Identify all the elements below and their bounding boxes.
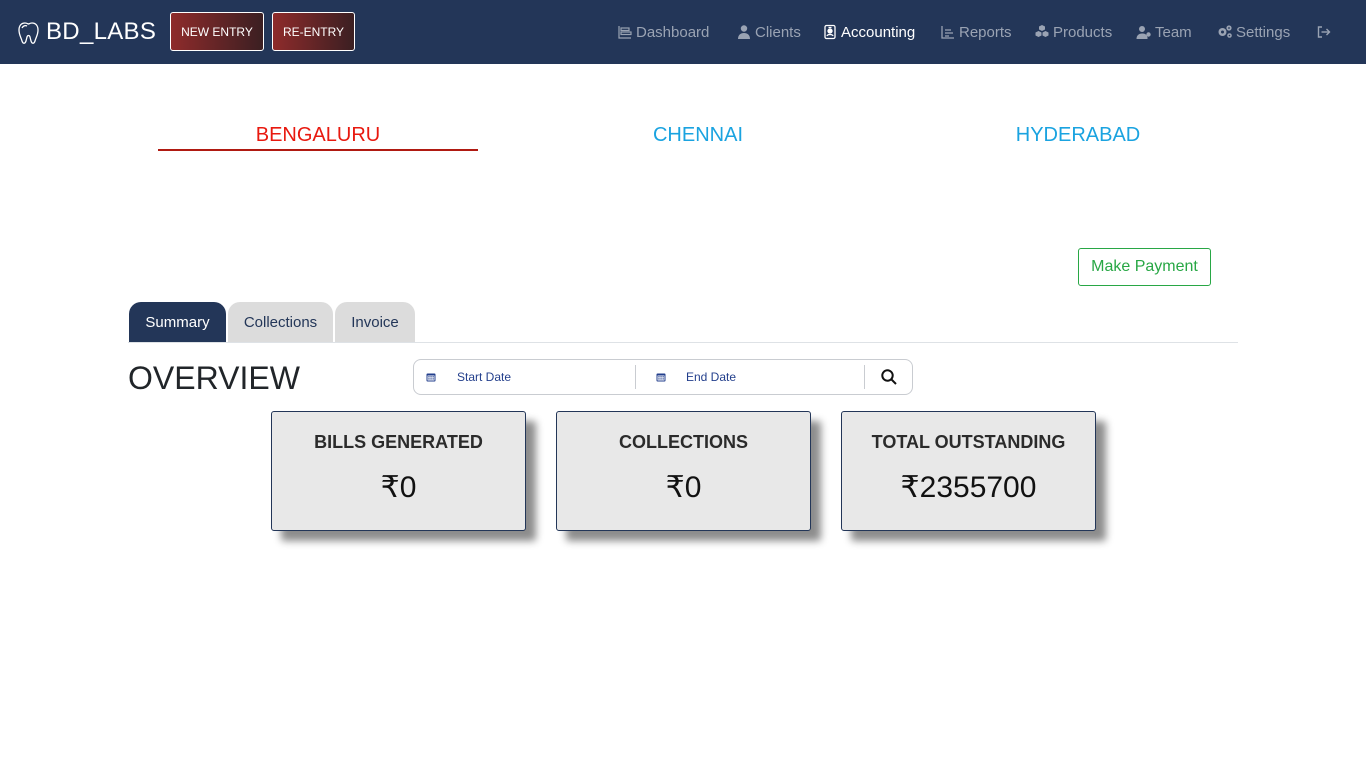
city-tab-bengaluru[interactable]: BENGALURU: [158, 124, 478, 147]
id-badge-icon: [824, 24, 836, 40]
date-search-button[interactable]: [864, 365, 912, 389]
nav-settings-label: Settings: [1236, 23, 1291, 41]
start-date-input[interactable]: Start Date: [414, 360, 635, 394]
nav-accounting[interactable]: Accounting: [822, 22, 915, 42]
calendar-icon: [426, 373, 436, 382]
make-payment-button[interactable]: Make Payment: [1078, 248, 1211, 286]
nav-reports[interactable]: Reports: [940, 22, 1012, 42]
brand-name: BD_LABS: [46, 18, 157, 45]
re-entry-button[interactable]: RE-ENTRY: [272, 12, 355, 51]
total-outstanding-card: TOTAL OUTSTANDING ₹2355700: [841, 411, 1096, 531]
logout-button[interactable]: [1316, 22, 1335, 42]
nav-dashboard[interactable]: Dashboard: [617, 22, 709, 42]
card-title: COLLECTIONS: [619, 432, 748, 452]
user-icon: [738, 25, 750, 39]
brand[interactable]: BD_LABS: [16, 16, 156, 48]
logout-icon: [1317, 26, 1331, 38]
active-city-underline: [158, 149, 478, 151]
start-date-placeholder: Start Date: [457, 370, 512, 384]
cubes-icon: [1035, 25, 1049, 37]
calendar-icon: [656, 373, 666, 382]
card-title: BILLS GENERATED: [314, 432, 483, 452]
date-range-filter: Start Date End Date: [413, 359, 913, 395]
city-tab-hyderabad[interactable]: HYDERABAD: [918, 124, 1238, 147]
card-title: TOTAL OUTSTANDING: [871, 432, 1066, 452]
dashboard-icon: [618, 26, 632, 39]
end-date-placeholder: End Date: [686, 370, 737, 384]
city-tab-chennai[interactable]: CHENNAI: [538, 124, 858, 147]
nav-team-label: Team: [1155, 23, 1192, 41]
overview-title: OVERVIEW: [128, 360, 300, 396]
tab-summary[interactable]: Summary: [129, 302, 226, 342]
tooth-icon: [18, 22, 39, 44]
nav-products-label: Products: [1053, 23, 1113, 41]
new-entry-button[interactable]: NEW ENTRY: [170, 12, 264, 51]
collections-card: COLLECTIONS ₹0: [556, 411, 811, 531]
chart-icon: [941, 26, 954, 39]
tab-invoice[interactable]: Invoice: [335, 302, 415, 342]
tabs-divider: [128, 342, 1238, 343]
nav-accounting-label: Accounting: [841, 23, 916, 41]
nav-clients-label: Clients: [755, 23, 801, 41]
top-navbar: BD_LABS NEW ENTRY RE-ENTRY Dashboard Cli…: [0, 0, 1366, 64]
card-value: ₹2355700: [900, 471, 1037, 504]
nav-team[interactable]: Team: [1136, 22, 1192, 42]
card-value: ₹0: [665, 471, 702, 504]
card-value: ₹0: [380, 471, 417, 504]
gears-icon: [1218, 25, 1232, 38]
nav-dashboard-label: Dashboard: [636, 23, 710, 41]
nav-reports-label: Reports: [959, 23, 1012, 41]
search-icon: [880, 369, 897, 385]
end-date-input[interactable]: End Date: [635, 365, 864, 389]
nav-clients[interactable]: Clients: [736, 22, 801, 42]
nav-products[interactable]: Products: [1034, 22, 1112, 42]
tab-collections[interactable]: Collections: [228, 302, 333, 342]
nav-settings[interactable]: Settings: [1217, 22, 1290, 42]
users-icon: [1136, 26, 1151, 39]
bills-generated-card: BILLS GENERATED ₹0: [271, 411, 526, 531]
